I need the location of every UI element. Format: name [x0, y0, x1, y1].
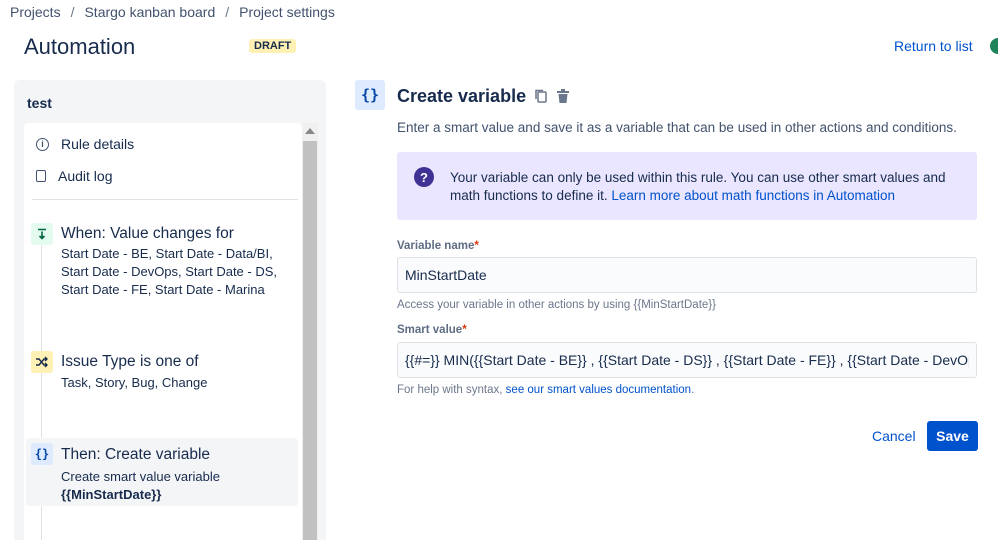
smart-value-label: Smart value* [397, 324, 467, 336]
action-description: Enter a smart value and save it as a var… [397, 120, 957, 135]
step-action-variable: {{MinStartDate}} [61, 487, 162, 502]
rule-name: test [27, 95, 52, 111]
step-action-desc-text: Create smart value variable [61, 469, 220, 484]
trash-icon[interactable] [555, 88, 571, 104]
braces-icon: {} [355, 80, 385, 110]
info-icon: i [36, 137, 49, 151]
breadcrumb-projects[interactable]: Projects [10, 4, 61, 20]
info-text: Your variable can only be used within th… [450, 169, 950, 205]
breadcrumb-board[interactable]: Stargo kanban board [84, 4, 215, 20]
step-action-desc: Create smart value variable {{MinStartDa… [61, 468, 291, 504]
draft-badge: DRAFT [249, 39, 297, 53]
required-mark: * [474, 240, 479, 252]
variable-name-input[interactable] [397, 257, 977, 293]
page-title: Automation [24, 34, 136, 59]
math-functions-link[interactable]: Learn more about math functions in Autom… [611, 188, 895, 203]
condition-shuffle-icon [31, 351, 53, 373]
breadcrumb-project-settings[interactable]: Project settings [239, 4, 335, 20]
scrollbar-thumb[interactable] [303, 141, 317, 540]
trigger-icon [31, 223, 53, 245]
smart-values-doc-link[interactable]: see our smart values documentation [506, 384, 691, 396]
breadcrumb: Projects / Stargo kanban board / Project… [10, 4, 335, 20]
smart-value-help: For help with syntax, see our smart valu… [397, 384, 694, 396]
sidebar-item-rule-details[interactable]: i Rule details [36, 136, 134, 152]
sidebar-item-label: Rule details [61, 136, 135, 152]
sidebar-item-audit-log[interactable]: Audit log [36, 168, 112, 184]
cancel-button[interactable]: Cancel [866, 421, 922, 451]
question-icon: ? [414, 167, 434, 187]
smart-value-help-suffix: . [691, 384, 695, 396]
smart-value-input[interactable] [397, 342, 977, 378]
step-trigger-desc: Start Date - BE, Start Date - Data/BI, S… [61, 246, 278, 297]
save-button[interactable]: Save [927, 421, 978, 451]
smart-value-help-prefix: For help with syntax, [397, 384, 503, 396]
breadcrumb-separator: / [70, 4, 75, 20]
scroll-up-arrow-icon[interactable] [305, 128, 315, 134]
action-title: Create variable [397, 86, 527, 106]
step-trigger-title[interactable]: When: Value changes for [61, 225, 234, 243]
sidebar-item-label: Audit log [58, 168, 113, 184]
step-condition-title[interactable]: Issue Type is one of [61, 353, 199, 371]
smart-value-label-text: Smart value [397, 324, 463, 336]
variable-name-help: Access your variable in other actions by… [397, 299, 716, 311]
step-action-title[interactable]: Then: Create variable [61, 446, 210, 464]
variable-name-label: Variable name* [397, 240, 479, 252]
step-condition-desc: Task, Story, Bug, Change [61, 375, 208, 390]
divider [32, 199, 298, 200]
avatar[interactable] [990, 38, 998, 54]
breadcrumb-separator: / [225, 4, 230, 20]
variable-name-label-text: Variable name [397, 240, 475, 252]
braces-icon: {} [31, 443, 53, 465]
document-icon [36, 170, 46, 182]
return-to-list-link[interactable]: Return to list [894, 38, 973, 54]
copy-icon[interactable] [533, 88, 549, 104]
required-mark: * [462, 324, 467, 336]
